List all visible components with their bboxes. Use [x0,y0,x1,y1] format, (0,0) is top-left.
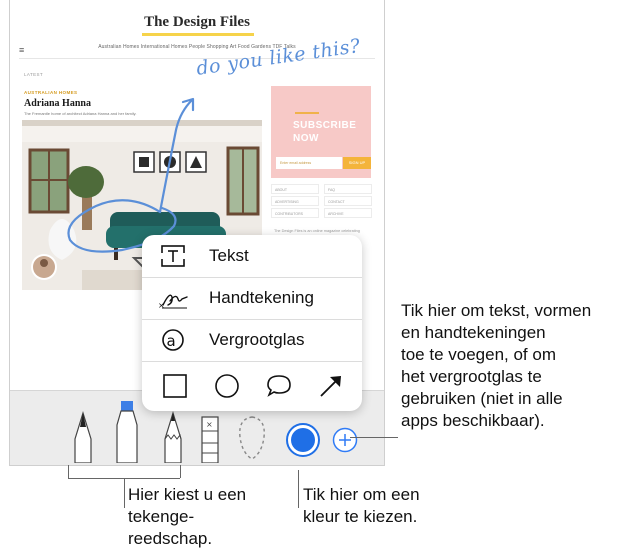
arrow-icon[interactable] [318,374,344,398]
magnifier-icon: a [162,329,184,351]
menu-item-signature[interactable]: × Handtekening [142,277,362,320]
callout-drawing-tools: Hier kiest u een tekenge- reedschap. [128,484,298,550]
callout-line: Tik hier om een [303,485,420,504]
svg-text:a: a [167,332,176,350]
eraser-tool[interactable]: × [200,413,220,463]
callout-line: apps beschikbaar). [401,411,545,430]
callout-line: toe te voegen, of om [401,345,556,364]
signature-icon: × [158,294,188,310]
callout-line: Hier kiest u een [128,485,247,504]
callout-leader-add [350,437,398,438]
callout-line: tekenge- [128,507,195,526]
menu-item-label: Vergrootglas [209,330,305,349]
speech-bubble-icon[interactable] [266,374,292,398]
callout-line: het vergrootglas te [401,367,542,386]
add-markup-popup: Tekst × Handtekening a Vergrootglas [142,235,362,411]
callout-bracket-left [68,465,69,478]
square-shape-icon[interactable] [162,374,188,398]
color-picker-button[interactable] [286,423,320,457]
text-box-icon [159,245,187,267]
pencil-tool[interactable] [160,409,186,463]
callout-add-markup: Tik hier om tekst, vormen en handtekenin… [401,300,633,432]
callout-line: Tik hier om tekst, vormen [401,301,592,320]
callout-leader-tools [124,478,125,508]
callout-line: kleur te kiezen. [303,507,418,526]
callout-line: en handtekeningen [401,323,546,342]
callout-color: Tik hier om een kleur te kiezen. [303,484,473,528]
circle-shape-icon[interactable] [214,374,240,398]
callout-bracket-right [180,465,181,478]
callout-line: reedschap. [128,529,213,548]
menu-item-label: Handtekening [209,288,314,307]
menu-item-magnifier[interactable]: a Vergrootglas [142,319,362,362]
callout-leader-color [298,470,299,508]
svg-text:×: × [206,420,213,429]
menu-item-label: Tekst [209,246,249,265]
lasso-tool[interactable] [236,413,268,463]
marker-tool[interactable] [112,397,142,463]
pen-tool[interactable] [70,409,96,463]
add-button[interactable] [332,427,358,453]
menu-item-text[interactable]: Tekst [142,235,362,278]
callout-line: gebruiken (niet in alle [401,389,563,408]
shape-options [142,363,362,409]
